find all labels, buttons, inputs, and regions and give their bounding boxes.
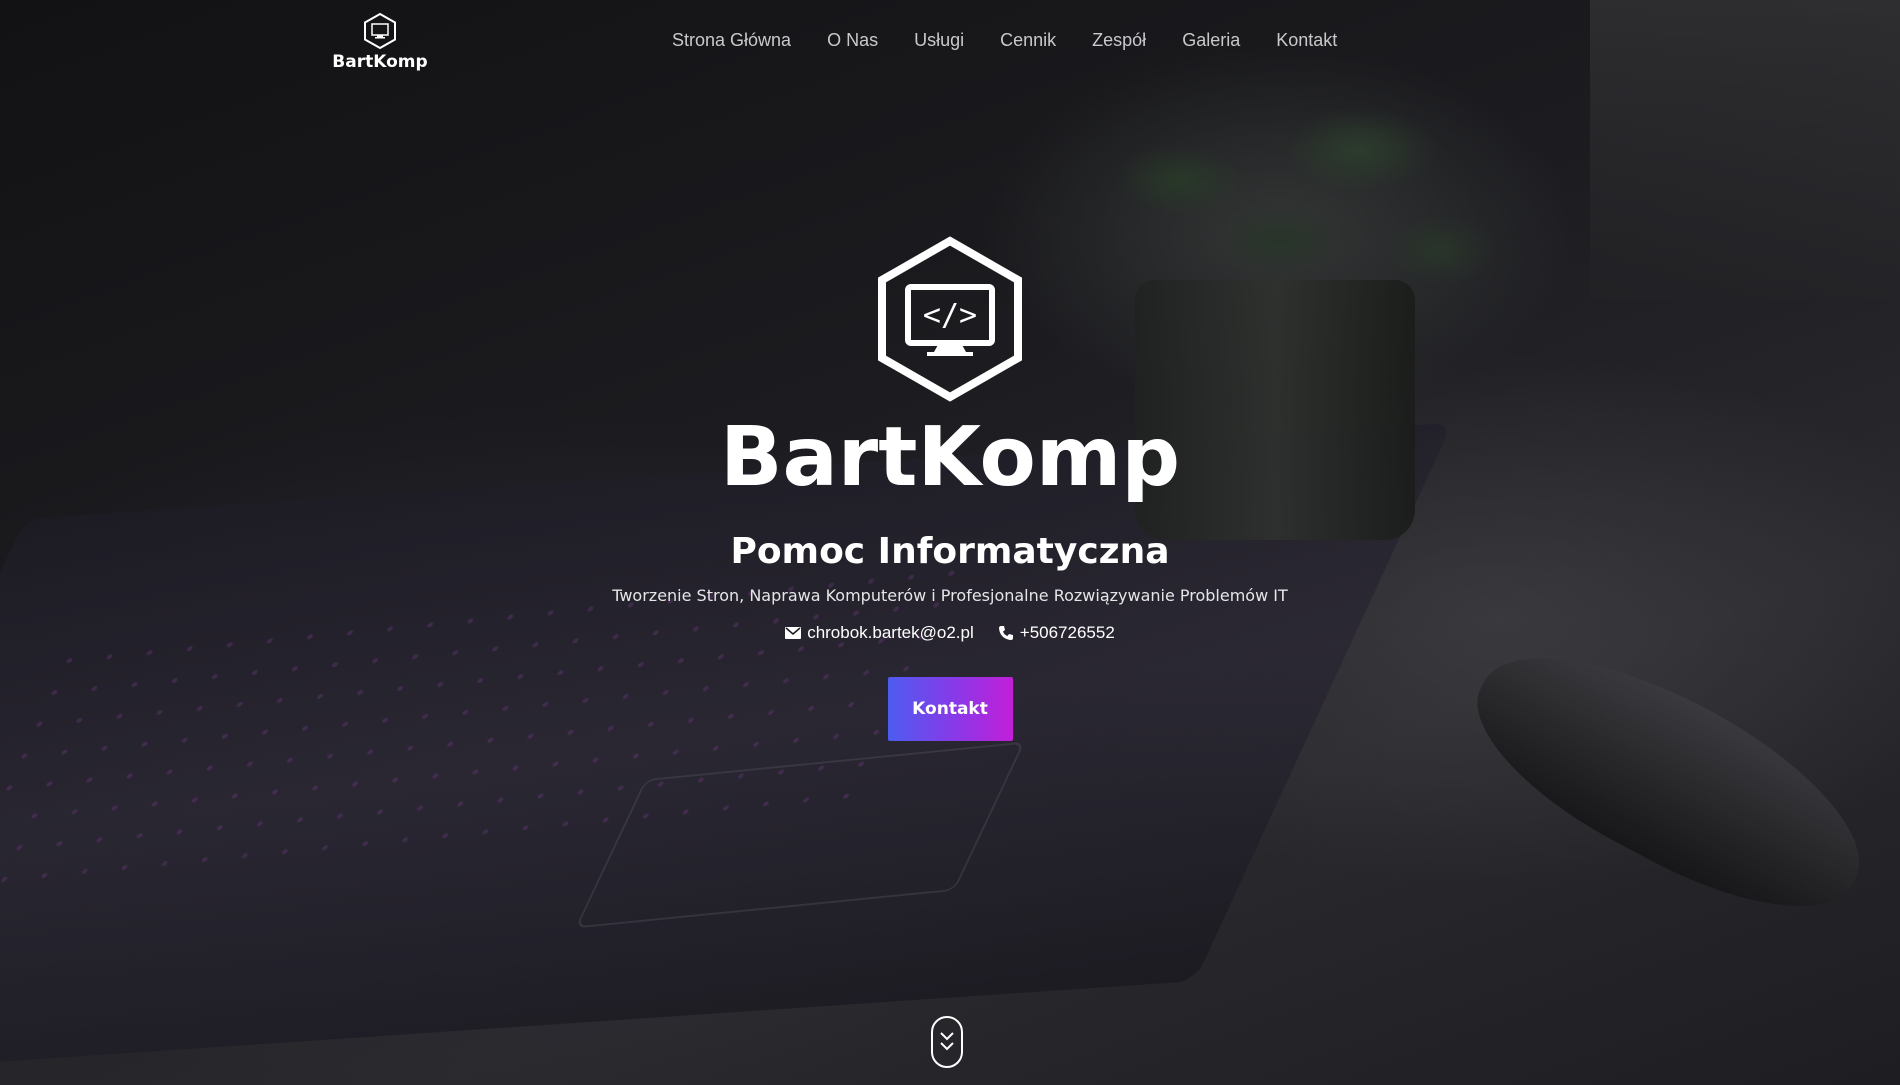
nav-menu: Strona Główna O Nas Usługi Cennik Zespół…: [672, 30, 1337, 51]
contact-info: chrobok.bartek@o2.pl +506726552: [785, 623, 1115, 643]
nav-item-pricing[interactable]: Cennik: [1000, 30, 1056, 51]
top-navigation: BartKomp Strona Główna O Nas Usługi Cenn…: [0, 0, 1900, 90]
hero-content: </> BartKomp Pomoc Informatyczna Tworzen…: [0, 235, 1900, 741]
nav-item-gallery[interactable]: Galeria: [1182, 30, 1240, 51]
logo-code-text: </>: [923, 298, 977, 333]
brand-logo-link[interactable]: BartKomp: [330, 12, 430, 72]
email-text: chrobok.bartek@o2.pl: [807, 623, 974, 642]
phone-link[interactable]: +506726552: [998, 623, 1115, 643]
nav-item-about[interactable]: O Nas: [827, 30, 878, 51]
nav-item-contact[interactable]: Kontakt: [1276, 30, 1337, 51]
phone-icon: [998, 626, 1013, 640]
hero-title: BartKomp: [719, 410, 1181, 505]
envelope-icon: [785, 627, 802, 639]
brand-name: BartKomp: [332, 52, 428, 72]
scroll-down-button[interactable]: [931, 1016, 963, 1068]
hexagon-monitor-code-icon: </>: [878, 236, 1022, 402]
background-trackpad: [574, 741, 1026, 929]
contact-button[interactable]: Kontakt: [887, 677, 1013, 741]
nav-item-home[interactable]: Strona Główna: [672, 30, 791, 51]
phone-text: +506726552: [1019, 623, 1115, 642]
hexagon-monitor-code-icon: [364, 12, 396, 50]
nav-item-services[interactable]: Usługi: [914, 30, 964, 51]
email-link[interactable]: chrobok.bartek@o2.pl: [785, 623, 974, 643]
hero-subtitle: Pomoc Informatyczna: [730, 531, 1170, 572]
hero-description: Tworzenie Stron, Naprawa Komputerów i Pr…: [612, 586, 1288, 605]
hero-section: BartKomp Strona Główna O Nas Usługi Cenn…: [0, 0, 1900, 1085]
nav-item-team[interactable]: Zespół: [1092, 30, 1146, 51]
chevron-down-icon: [940, 1032, 954, 1051]
